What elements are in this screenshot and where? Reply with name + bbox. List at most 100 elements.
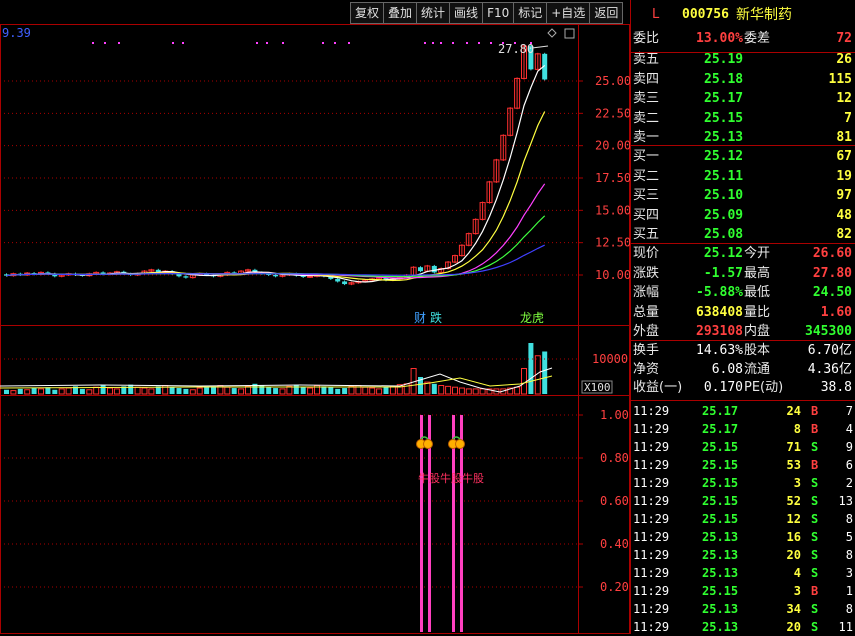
- divider: [630, 243, 855, 244]
- bid-price: 25.09: [704, 207, 744, 223]
- volume-bar: [328, 387, 334, 394]
- ask-volume: 26: [836, 52, 852, 67]
- corner-value: 9.39: [2, 26, 31, 40]
- volume-bar: [231, 388, 237, 394]
- tick-time: 11:29: [633, 584, 670, 598]
- tick-side: S: [811, 512, 819, 526]
- marker-dot: [348, 42, 350, 44]
- toolbar-button[interactable]: 复权: [350, 2, 384, 24]
- tick-count: 11: [838, 620, 853, 634]
- bid-price: 25.12: [704, 149, 744, 164]
- tick-side: B: [811, 584, 819, 598]
- price-tick-label: 12.50: [595, 236, 630, 250]
- tick-time: 11:29: [633, 494, 670, 508]
- toolbar-button[interactable]: F10: [482, 2, 514, 24]
- toolbar-button[interactable]: +自选: [546, 2, 590, 24]
- volume-bar: [458, 387, 465, 395]
- tick-volume: 16: [786, 530, 801, 544]
- ask-level: 卖三 25.17 12: [630, 90, 855, 108]
- tick-volume: 12: [786, 512, 801, 526]
- volume-bar: [134, 386, 141, 395]
- volume-bar: [86, 389, 93, 395]
- fund-value: 38.8: [820, 380, 852, 395]
- marker-dot: [424, 42, 426, 44]
- volume-bar: [403, 383, 410, 395]
- market-type-letter: L: [652, 7, 660, 22]
- bid-level: 买二 25.11 19: [630, 168, 855, 186]
- tick-time: 11:29: [633, 566, 670, 580]
- ask-volume: 7: [844, 110, 852, 126]
- tick-row: 11:29 25.17 24 B 7: [630, 402, 855, 420]
- volume-bar: [514, 386, 521, 395]
- marker-dot: [452, 42, 454, 44]
- toolbar-button[interactable]: 返回: [589, 2, 624, 24]
- stat-label: 今开: [744, 246, 771, 261]
- fund-label: 收益(一): [633, 380, 683, 395]
- ask-label: 卖二: [633, 110, 660, 126]
- tick-price: 25.15: [702, 476, 739, 490]
- volume-bar: [438, 385, 445, 395]
- stat-label: 现价: [633, 246, 660, 261]
- tick-price: 25.13: [702, 602, 739, 616]
- tick-price: 25.15: [702, 458, 739, 472]
- fund-label: 流通: [744, 361, 771, 377]
- toolbar-button[interactable]: 画线: [449, 2, 483, 24]
- window-icon: [564, 28, 575, 39]
- bid-volume: 19: [836, 168, 852, 184]
- wei-bi-value: 13.00%: [696, 31, 743, 46]
- volume-bar: [542, 351, 548, 394]
- volume-bar: [266, 387, 272, 394]
- indicator-tick-label: 0.60: [600, 494, 629, 508]
- tick-side: S: [811, 602, 819, 616]
- toolbar-button[interactable]: 叠加: [383, 2, 417, 24]
- tick-count: 8: [845, 548, 853, 562]
- bid-level: 买五 25.08 82: [630, 226, 855, 244]
- tick-time: 11:29: [633, 476, 670, 490]
- ask-label: 卖五: [633, 52, 660, 67]
- stat-value: -1.57: [703, 265, 743, 281]
- candle-body: [431, 265, 437, 273]
- divider: [630, 52, 855, 53]
- marker-dot: [92, 42, 94, 44]
- tick-volume: 71: [786, 440, 801, 454]
- toolbar-button[interactable]: 标记: [513, 2, 547, 24]
- marker-dot: [432, 42, 434, 44]
- volume-bar: [93, 386, 100, 395]
- stat-value: 25.12: [703, 246, 743, 261]
- volume-bar: [65, 387, 72, 395]
- bid-price: 25.08: [704, 227, 744, 242]
- volume-bar: [141, 387, 148, 395]
- leaf-icon: [452, 436, 461, 440]
- tick-count: 13: [838, 494, 853, 508]
- price-tick-label: 25.00: [595, 74, 630, 88]
- tick-price: 25.15: [702, 494, 739, 508]
- tick-volume: 4: [793, 566, 801, 580]
- volume-ma-line: [0, 375, 553, 389]
- stat-value: 638408: [696, 304, 743, 320]
- volume-bar: [521, 368, 527, 395]
- candle-body: [183, 276, 189, 278]
- volume-bar: [335, 388, 341, 394]
- event-label: 财: [414, 311, 426, 325]
- volume-bar: [17, 388, 23, 394]
- volume-bar: [107, 387, 113, 395]
- tick-volume: 20: [786, 548, 801, 562]
- ask-price: 25.18: [704, 71, 744, 87]
- volume-bar: [58, 388, 65, 395]
- stat-row: 现价 25.12 今开 26.60: [630, 245, 855, 263]
- ma-line: [6, 183, 546, 279]
- marker-dot: [118, 42, 120, 44]
- volume-bar: [169, 387, 175, 394]
- tick-count: 5: [845, 530, 853, 544]
- fund-value: 4.36亿: [807, 361, 852, 377]
- tick-row: 11:29 25.15 71 S 9: [630, 438, 855, 456]
- fruit-icon: [423, 439, 433, 449]
- volume-bar: [4, 389, 9, 394]
- fund-value: 6.70亿: [807, 343, 852, 358]
- volume-bar: [452, 386, 458, 395]
- chart-toolbar: 复权 叠加 统计 画线 F10 标记 +自选 返回: [350, 2, 624, 24]
- toolbar-button[interactable]: 统计: [416, 2, 450, 24]
- volume-bar: [238, 388, 245, 395]
- kline-chart[interactable]: 25.00 22.50 20.00 17.50 15.00 12.50 10.00 9.39 2…: [0, 0, 630, 634]
- volume-bar: [472, 388, 479, 395]
